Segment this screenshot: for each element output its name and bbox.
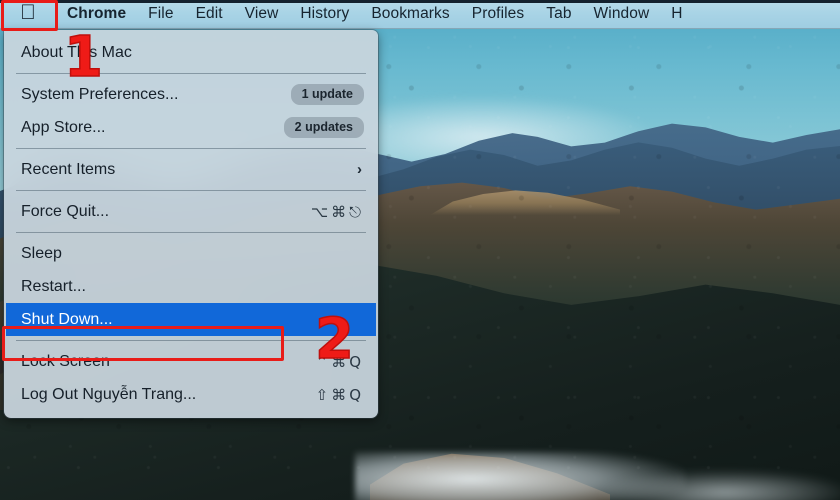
menu-item-label: Sleep — [21, 244, 62, 262]
menu-item-label: Log Out Nguyễn Trang... — [21, 385, 197, 403]
menu-item-label: App Store... — [21, 118, 106, 136]
menubar-item-profiles[interactable]: Profiles — [461, 5, 535, 23]
menu-item-label: System Preferences... — [21, 85, 179, 103]
menubar-item-edit[interactable]: Edit — [185, 5, 234, 23]
apple-dropdown-menu: About This Mac System Preferences... 1 u… — [4, 30, 378, 418]
menubar-item-history[interactable]: History — [289, 5, 360, 23]
menu-separator — [16, 148, 366, 149]
menu-item-label: Shut Down... — [21, 310, 113, 328]
menubar-item-help[interactable]: H — [660, 5, 693, 23]
apple-logo-icon:  — [20, 2, 36, 23]
menu-item-label: About This Mac — [21, 43, 132, 61]
keyboard-shortcut: ⇧⌘Q — [315, 385, 364, 404]
menu-item-lock-screen[interactable]: Lock Screen ⌃⌘Q — [4, 345, 378, 378]
menu-item-label: Force Quit... — [21, 202, 110, 220]
apple-menu-button[interactable]:  — [0, 0, 56, 29]
keyboard-shortcut: ⌥⌘⎋ — [310, 202, 364, 221]
menu-item-restart[interactable]: Restart... — [4, 270, 378, 303]
menubar-item-chrome[interactable]: Chrome — [56, 5, 137, 23]
menubar-item-window[interactable]: Window — [583, 5, 661, 23]
keyboard-shortcut: ⌃⌘Q — [315, 352, 364, 371]
macos-menu-bar:  Chrome File Edit View History Bookmark… — [0, 0, 840, 29]
chevron-right-icon: › — [357, 161, 362, 178]
menu-item-label: Recent Items — [21, 160, 116, 178]
update-badge: 1 update — [290, 84, 364, 105]
wallpaper-fog-secondary — [600, 470, 840, 500]
update-badge: 2 updates — [283, 117, 364, 138]
menu-item-force-quit[interactable]: Force Quit... ⌥⌘⎋ — [4, 195, 378, 228]
menu-separator — [16, 190, 366, 191]
menubar-item-file[interactable]: File — [137, 5, 184, 23]
menu-item-about-this-mac[interactable]: About This Mac — [4, 36, 378, 69]
menu-item-label: Lock Screen — [21, 352, 110, 370]
menu-item-sleep[interactable]: Sleep — [4, 237, 378, 270]
menu-separator — [16, 73, 366, 74]
desktop-screen:  Chrome File Edit View History Bookmark… — [0, 0, 840, 500]
menu-separator — [16, 232, 366, 233]
menu-item-label: Restart... — [21, 277, 86, 295]
menu-separator — [16, 340, 366, 341]
menubar-item-view[interactable]: View — [234, 5, 290, 23]
menubar-item-tab[interactable]: Tab — [535, 5, 582, 23]
menu-item-log-out[interactable]: Log Out Nguyễn Trang... ⇧⌘Q — [4, 378, 378, 411]
menubar-item-bookmarks[interactable]: Bookmarks — [360, 5, 460, 23]
menu-item-recent-items[interactable]: Recent Items › — [4, 153, 378, 186]
menu-item-app-store[interactable]: App Store... 2 updates — [4, 111, 378, 144]
menu-item-shut-down[interactable]: Shut Down... — [6, 303, 376, 336]
menu-item-system-preferences[interactable]: System Preferences... 1 update — [4, 78, 378, 111]
